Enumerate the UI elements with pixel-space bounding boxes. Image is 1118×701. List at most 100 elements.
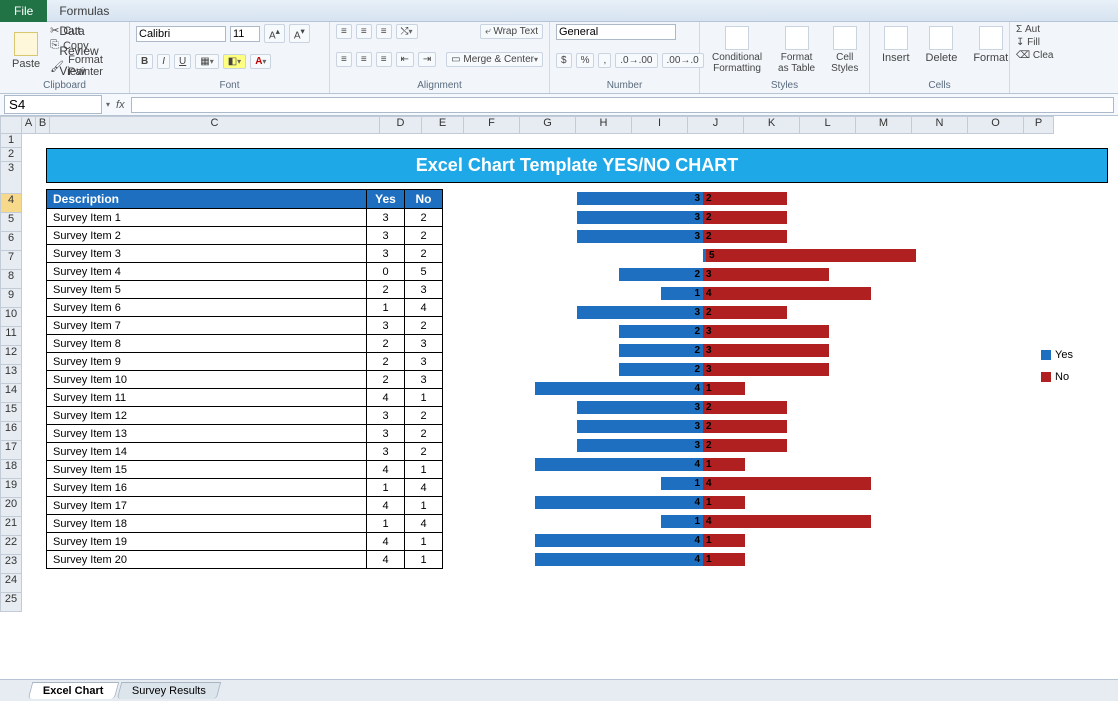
row-header-4[interactable]: 4 <box>0 194 22 213</box>
table-row[interactable]: Survey Item 1614 <box>47 479 443 497</box>
cell-no[interactable]: 1 <box>405 497 443 515</box>
table-row[interactable]: Survey Item 614 <box>47 299 443 317</box>
table-row[interactable]: Survey Item 1814 <box>47 515 443 533</box>
cell-no[interactable]: 2 <box>405 209 443 227</box>
cell-no[interactable]: 5 <box>405 263 443 281</box>
cell-description[interactable]: Survey Item 11 <box>47 389 367 407</box>
decrease-indent-button[interactable]: ⇤ <box>396 52 414 67</box>
conditional-formatting-button[interactable]: Conditional Formatting <box>706 24 768 76</box>
cell-yes[interactable]: 3 <box>367 443 405 461</box>
increase-indent-button[interactable]: ⇥ <box>418 52 436 67</box>
cell-description[interactable]: Survey Item 19 <box>47 533 367 551</box>
cut-button[interactable]: ✂Cut <box>50 24 123 37</box>
format-as-table-button[interactable]: Format as Table <box>772 24 821 76</box>
table-row[interactable]: Survey Item 732 <box>47 317 443 335</box>
comma-button[interactable]: , <box>598 53 611 68</box>
cell-description[interactable]: Survey Item 7 <box>47 317 367 335</box>
row-header-12[interactable]: 12 <box>0 346 22 365</box>
font-size-select[interactable] <box>230 26 260 42</box>
cell-no[interactable]: 2 <box>405 317 443 335</box>
cell-no[interactable]: 4 <box>405 515 443 533</box>
row-header-19[interactable]: 19 <box>0 479 22 498</box>
name-box[interactable] <box>4 95 102 114</box>
column-header-N[interactable]: N <box>912 116 968 134</box>
font-name-select[interactable] <box>136 26 226 42</box>
copy-button[interactable]: ⎘Copy <box>50 39 123 52</box>
cell-no[interactable]: 1 <box>405 389 443 407</box>
sheet-tab-survey-results[interactable]: Survey Results <box>116 682 221 699</box>
table-row[interactable]: Survey Item 1941 <box>47 533 443 551</box>
paste-button[interactable]: Paste <box>6 30 46 72</box>
cell-yes[interactable]: 3 <box>367 245 405 263</box>
delete-cells-button[interactable]: Delete <box>920 24 964 66</box>
autosum-button[interactable]: Σ Aut <box>1016 24 1064 35</box>
column-header-M[interactable]: M <box>856 116 912 134</box>
row-header-5[interactable]: 5 <box>0 213 22 232</box>
cell-no[interactable]: 2 <box>405 425 443 443</box>
cell-yes[interactable]: 0 <box>367 263 405 281</box>
table-row[interactable]: Survey Item 1541 <box>47 461 443 479</box>
table-row[interactable]: Survey Item 1432 <box>47 443 443 461</box>
cell-yes[interactable]: 4 <box>367 389 405 407</box>
border-button[interactable]: ▦▾ <box>195 54 218 69</box>
select-all-corner[interactable] <box>0 116 22 134</box>
table-row[interactable]: Survey Item 232 <box>47 227 443 245</box>
format-painter-button[interactable]: 🖌Format Painter <box>50 54 123 78</box>
merge-center-button[interactable]: ▭ Merge & Center▾ <box>446 52 543 67</box>
table-row[interactable]: Survey Item 823 <box>47 335 443 353</box>
row-header-13[interactable]: 13 <box>0 365 22 384</box>
cell-description[interactable]: Survey Item 2 <box>47 227 367 245</box>
cell-description[interactable]: Survey Item 17 <box>47 497 367 515</box>
row-header-11[interactable]: 11 <box>0 327 22 346</box>
row-header-8[interactable]: 8 <box>0 270 22 289</box>
column-header-O[interactable]: O <box>968 116 1024 134</box>
cell-yes[interactable]: 1 <box>367 299 405 317</box>
table-row[interactable]: Survey Item 405 <box>47 263 443 281</box>
cell-yes[interactable]: 2 <box>367 353 405 371</box>
cell-description[interactable]: Survey Item 9 <box>47 353 367 371</box>
currency-button[interactable]: $ <box>556 53 572 68</box>
table-row[interactable]: Survey Item 1232 <box>47 407 443 425</box>
row-header-7[interactable]: 7 <box>0 251 22 270</box>
cell-description[interactable]: Survey Item 16 <box>47 479 367 497</box>
table-row[interactable]: Survey Item 923 <box>47 353 443 371</box>
table-row[interactable]: Survey Item 1741 <box>47 497 443 515</box>
cell-yes[interactable]: 3 <box>367 425 405 443</box>
cell-description[interactable]: Survey Item 8 <box>47 335 367 353</box>
cell-yes[interactable]: 3 <box>367 209 405 227</box>
cell-description[interactable]: Survey Item 1 <box>47 209 367 227</box>
cell-description[interactable]: Survey Item 14 <box>47 443 367 461</box>
table-row[interactable]: Survey Item 332 <box>47 245 443 263</box>
cell-yes[interactable]: 3 <box>367 227 405 245</box>
table-row[interactable]: Survey Item 523 <box>47 281 443 299</box>
row-header-3[interactable]: 3 <box>0 162 22 194</box>
cell-no[interactable]: 2 <box>405 227 443 245</box>
fill-button[interactable]: ↧ Fill <box>1016 37 1064 48</box>
cell-yes[interactable]: 2 <box>367 281 405 299</box>
row-header-18[interactable]: 18 <box>0 460 22 479</box>
number-format-select[interactable] <box>556 24 676 40</box>
format-cells-button[interactable]: Format <box>967 24 1014 66</box>
clear-button[interactable]: ⌫ Clea <box>1016 50 1064 61</box>
cell-yes[interactable]: 1 <box>367 515 405 533</box>
row-header-20[interactable]: 20 <box>0 498 22 517</box>
table-row[interactable]: Survey Item 1023 <box>47 371 443 389</box>
orientation-button[interactable]: ⤭▾ <box>396 24 418 39</box>
row-header-24[interactable]: 24 <box>0 574 22 593</box>
cell-no[interactable]: 1 <box>405 551 443 569</box>
column-header-D[interactable]: D <box>380 116 422 134</box>
cell-no[interactable]: 1 <box>405 533 443 551</box>
bold-button[interactable]: B <box>136 54 153 69</box>
column-header-B[interactable]: B <box>36 116 50 134</box>
column-header-E[interactable]: E <box>422 116 464 134</box>
align-center-button[interactable]: ≡ <box>356 52 372 67</box>
cell-no[interactable]: 2 <box>405 245 443 263</box>
table-row[interactable]: Survey Item 1141 <box>47 389 443 407</box>
cell-no[interactable]: 2 <box>405 443 443 461</box>
fill-color-button[interactable]: ◧▾ <box>223 54 246 69</box>
row-header-14[interactable]: 14 <box>0 384 22 403</box>
cell-no[interactable]: 2 <box>405 407 443 425</box>
cell-description[interactable]: Survey Item 5 <box>47 281 367 299</box>
column-header-L[interactable]: L <box>800 116 856 134</box>
cell-description[interactable]: Survey Item 6 <box>47 299 367 317</box>
